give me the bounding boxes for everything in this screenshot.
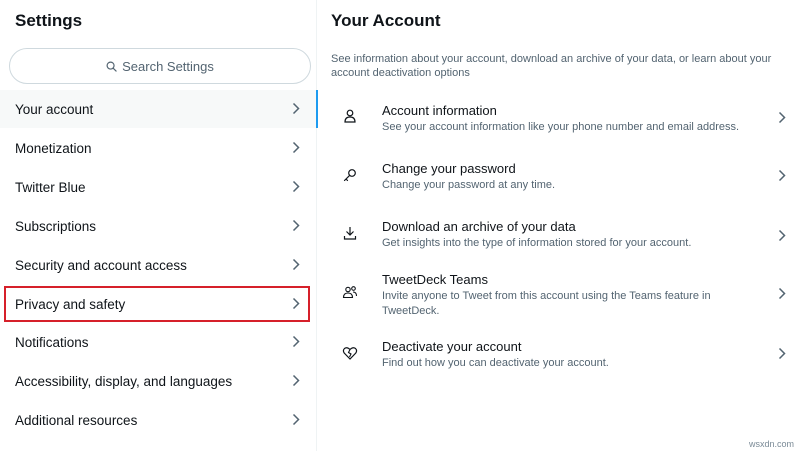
item-label: Deactivate your account: [382, 339, 522, 354]
chevron-right-icon: [292, 141, 300, 154]
person-icon: [344, 109, 356, 123]
change-password-item[interactable]: Change your password Change your passwor…: [318, 161, 800, 201]
download-icon: [343, 227, 357, 240]
sidebar-item-your-account[interactable]: Your account: [0, 90, 318, 128]
sidebar-item-label: Additional resources: [15, 412, 138, 428]
tweetdeck-teams-item[interactable]: TweetDeck Teams Invite anyone to Tweet f…: [318, 272, 800, 322]
chevron-right-icon: [292, 180, 300, 193]
key-icon: [343, 169, 356, 182]
item-description: See your account information like your p…: [382, 121, 740, 133]
sidebar-item-accessibility[interactable]: Accessibility, display, and languages: [0, 362, 317, 400]
sidebar-item-label: Accessibility, display, and languages: [15, 373, 233, 389]
search-icon: [106, 61, 117, 72]
chevron-right-icon: [292, 374, 300, 387]
sidebar-item-additional-resources[interactable]: Additional resources: [0, 401, 317, 439]
chevron-right-icon: [292, 413, 300, 426]
sidebar-item-label: Privacy and safety: [15, 296, 126, 312]
item-description: Get insights into the type of informatio…: [382, 237, 692, 249]
search-placeholder: Search Settings: [122, 58, 214, 74]
sidebar-item-notifications[interactable]: Notifications: [0, 323, 317, 361]
sidebar-item-twitter-blue[interactable]: Twitter Blue: [0, 168, 317, 206]
chevron-right-icon: [292, 335, 300, 348]
people-icon: [342, 286, 358, 299]
sidebar-item-privacy-and-safety[interactable]: Privacy and safety: [3, 285, 311, 323]
item-description: Find out how you can deactivate your acc…: [382, 357, 609, 369]
sidebar-item-security[interactable]: Security and account access: [0, 246, 317, 284]
chevron-right-icon: [292, 102, 300, 115]
page-title: Your Account: [331, 11, 441, 30]
item-description: Change your password at any time.: [382, 179, 556, 191]
sidebar-item-subscriptions[interactable]: Subscriptions: [0, 207, 317, 245]
broken-heart-icon: [342, 347, 358, 360]
sidebar-item-label: Twitter Blue: [15, 179, 86, 195]
chevron-right-icon: [292, 297, 300, 310]
sidebar-item-label: Security and account access: [15, 257, 187, 273]
settings-title: Settings: [15, 11, 83, 30]
item-label: Change your password: [382, 161, 516, 176]
your-account-panel: Your Account See information about your …: [318, 0, 800, 451]
item-description: Invite anyone to Tweet from this account…: [382, 290, 711, 317]
sidebar-item-label: Monetization: [15, 140, 92, 156]
sidebar-item-label: Subscriptions: [15, 218, 97, 234]
deactivate-account-item[interactable]: Deactivate your account Find out how you…: [318, 339, 800, 379]
chevron-right-icon: [778, 229, 786, 242]
page-description: See information about your account, down…: [331, 53, 772, 79]
item-label: Account information: [382, 103, 497, 118]
chevron-right-icon: [778, 169, 786, 182]
chevron-right-icon: [292, 219, 300, 232]
account-information-item[interactable]: Account information See your account inf…: [318, 103, 800, 143]
sidebar-item-label: Your account: [15, 101, 94, 117]
chevron-right-icon: [778, 287, 786, 300]
download-archive-item[interactable]: Download an archive of your data Get ins…: [318, 219, 800, 259]
watermark: wsxdn.com: [748, 439, 794, 449]
settings-sidebar: Settings Search Settings Your account Mo…: [0, 0, 318, 451]
search-settings-input[interactable]: Search Settings: [9, 48, 311, 84]
sidebar-item-monetization[interactable]: Monetization: [0, 129, 317, 167]
sidebar-item-label: Notifications: [15, 334, 89, 350]
item-label: TweetDeck Teams: [382, 272, 488, 287]
chevron-right-icon: [778, 347, 786, 360]
chevron-right-icon: [778, 111, 786, 124]
chevron-right-icon: [292, 258, 300, 271]
item-label: Download an archive of your data: [382, 219, 576, 234]
